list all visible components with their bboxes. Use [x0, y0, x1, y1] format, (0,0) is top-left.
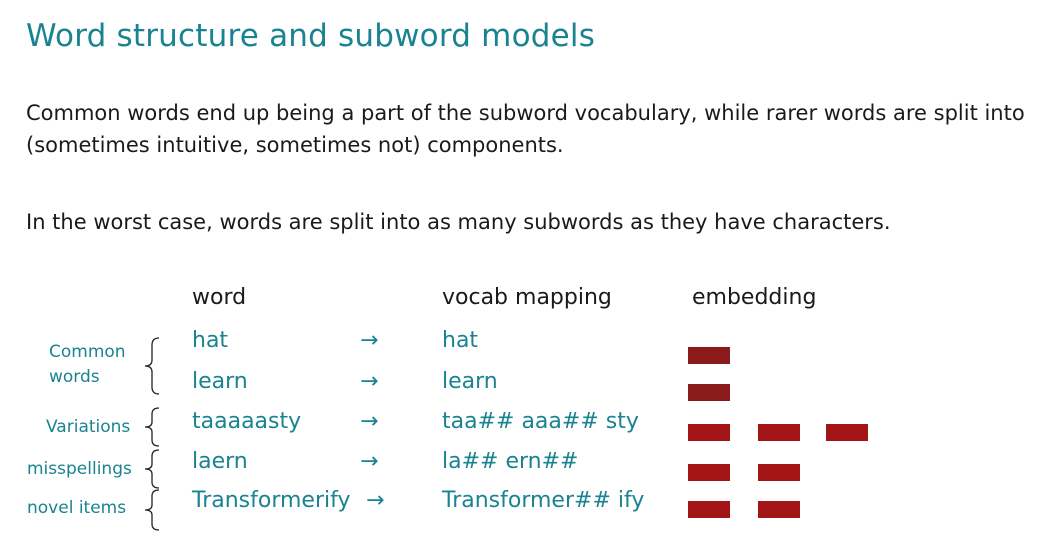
- label-novel-items: novel items: [27, 498, 127, 518]
- vocab-cell: la## ern##: [442, 449, 579, 474]
- header-vocab-mapping: vocab mapping: [442, 285, 612, 310]
- slide-title: Word structure and subword models: [26, 18, 596, 54]
- label-words: words: [49, 367, 100, 387]
- embedding-block: [688, 424, 730, 441]
- vocab-cell: learn: [442, 369, 498, 394]
- header-embedding: embedding: [692, 285, 817, 310]
- word-cell: learn: [192, 369, 248, 394]
- paragraph-common-words: Common words end up being a part of the …: [26, 101, 1025, 157]
- embedding-block: [758, 464, 800, 481]
- embedding-block: [758, 424, 800, 441]
- embedding-block: [758, 501, 800, 518]
- label-variations: Variations: [46, 417, 131, 437]
- embedding-block: [688, 384, 730, 401]
- brace-variations: [144, 407, 160, 447]
- brace-misspellings: [144, 449, 160, 489]
- embedding-block: [688, 501, 730, 518]
- arrow-icon: →: [366, 488, 385, 513]
- brace-novel-items: [144, 489, 160, 531]
- embedding-block: [688, 347, 730, 364]
- word-cell: hat: [192, 328, 229, 353]
- arrow-icon: →: [360, 409, 379, 434]
- word-cell: laern: [192, 449, 248, 474]
- arrow-icon: →: [360, 328, 379, 353]
- embedding-block: [688, 464, 730, 481]
- embedding-block: [826, 424, 868, 441]
- vocab-cell: Transformer## ify: [442, 488, 645, 513]
- vocab-cell: taa## aaa## sty: [442, 409, 639, 434]
- word-cell: Transformerify: [192, 488, 351, 513]
- brace-common: [144, 337, 160, 395]
- word-cell: taaaaasty: [192, 409, 302, 434]
- paragraph-worst-case: In the worst case, words are split into …: [26, 210, 891, 234]
- label-common: Common: [49, 342, 126, 362]
- label-misspellings: misspellings: [27, 459, 132, 479]
- vocab-cell: hat: [442, 328, 479, 353]
- arrow-icon: →: [360, 449, 379, 474]
- arrow-icon: →: [360, 369, 379, 394]
- header-word: word: [192, 285, 247, 310]
